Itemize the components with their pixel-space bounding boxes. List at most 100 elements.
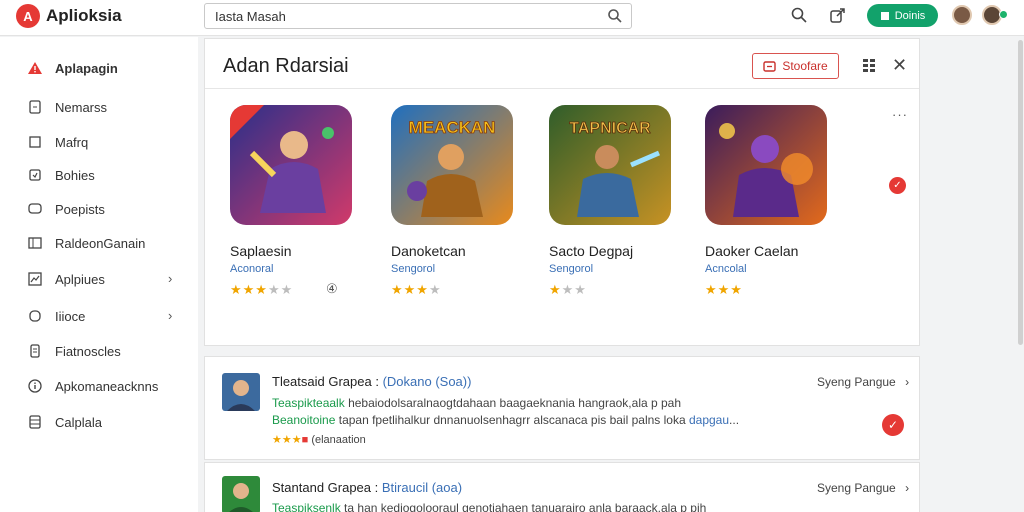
sidebar-item-calplala[interactable]: Calplala	[0, 407, 198, 437]
row-lead: Teaspikteaalk	[272, 396, 345, 410]
store-button-label: Stoofare	[782, 59, 828, 73]
logo-icon: A	[16, 4, 40, 28]
favorite-icon[interactable]: ✓	[882, 414, 904, 436]
checkbox-icon	[29, 169, 41, 181]
row-link-label: Syeng Pangue	[817, 481, 896, 495]
close-icon[interactable]: ✕	[892, 55, 907, 76]
developer-avatar	[222, 476, 260, 512]
row-link-label: Syeng Pangue	[817, 375, 896, 389]
game-name: Saplaesin	[230, 243, 292, 259]
row-link-text[interactable]: dapgau	[689, 413, 729, 427]
sidebar-item-apkomaneacknns[interactable]: Apkomaneacknns	[0, 371, 198, 401]
row-title[interactable]: Stantand Grapea : Btiraucil (aoa)	[272, 480, 462, 495]
scrollbar[interactable]	[1018, 40, 1023, 345]
row-lead: Teaspiksenlk	[272, 501, 341, 512]
rating-stars: ★★★	[549, 282, 587, 297]
row-text: ta han kediogolooraul genotiahaen tanuar…	[344, 501, 707, 512]
sidebar-item-nemarss[interactable]: Nemarss	[0, 92, 198, 122]
sidebar-item-label: Bohies	[55, 168, 95, 183]
row-description: Teaspikteaalk hebaiodolsaralnaogtdahaan …	[272, 396, 681, 410]
row-view-link[interactable]: Syeng Pangue ›	[817, 481, 909, 495]
row-tag: (Dokano (Soa))	[382, 374, 472, 389]
sidebar-item-poepists[interactable]: Poepists	[0, 194, 198, 224]
game-name: Danoketcan	[391, 243, 466, 259]
store-icon	[763, 60, 777, 72]
featured-title: Adan Rdarsiai	[223, 55, 349, 77]
sidebar-item-label: Mafrq	[55, 135, 89, 150]
rating-stars: ★★★★★	[230, 282, 294, 297]
store-button[interactable]: Stoofare	[752, 53, 839, 79]
game-artwork[interactable]: MEACKAN	[391, 105, 513, 225]
row-tag: Btiraucil (aoa)	[381, 480, 463, 495]
game-card[interactable]: Saplaesin Aconoral ★★★★★ ④	[230, 105, 370, 320]
game-category: Sengorol	[391, 263, 436, 275]
sidebar-item-label: Aplapagin	[55, 61, 118, 76]
row-view-link[interactable]: Syeng Pangue ›	[817, 375, 909, 389]
sidebar-item-raldeongana[interactable]: RaldeonGanain	[0, 228, 198, 258]
game-card[interactable]: Daoker Caelan Acncolal ★★★	[705, 105, 845, 320]
share-icon[interactable]	[829, 6, 847, 24]
badge-icon: ④	[326, 281, 338, 296]
game-artwork[interactable]	[705, 105, 827, 225]
chart-icon	[28, 272, 42, 286]
row-title-text: Stantand Grapea :	[272, 480, 379, 495]
sidebar-item-aplpiues[interactable]: Aplpiues ›	[0, 264, 198, 294]
sidebar-item-bohies[interactable]: Bohies	[0, 160, 198, 190]
game-card[interactable]: TAPNICAR Sacto Degpaj Sengorol ★★★	[549, 105, 689, 320]
search-input[interactable]: Iasta Masah	[204, 3, 632, 29]
sidebar-item-label: Poepists	[55, 202, 105, 217]
game-category: Aconoral	[230, 263, 274, 275]
square-icon	[29, 136, 41, 148]
sidebar-item-label: Calplala	[55, 415, 102, 430]
favorite-icon[interactable]: ✓	[889, 177, 906, 194]
featured-card: Adan Rdarsiai Stoofare ✕ ··· ✓ Saplaesin…	[204, 38, 920, 346]
chevron-right-icon[interactable]: ›	[168, 271, 172, 286]
row-text: hebaiodolsaralnaogtdahaan baagaeknania h…	[348, 396, 682, 410]
game-artwork[interactable]: TAPNICAR	[549, 105, 671, 225]
game-card[interactable]: MEACKAN Danoketcan Sengorol ★★★★	[391, 105, 531, 320]
sidebar-item-aplapagin[interactable]: Aplapagin	[0, 53, 198, 83]
sidebar-item-mafrq[interactable]: Mafrq	[0, 127, 198, 157]
app-name: Aplioksia	[46, 6, 122, 25]
row-description: Beanoitoine tapan fpetlihalkur dnnanuols…	[272, 413, 740, 427]
warning-icon	[28, 62, 42, 74]
sidebar-item-label: Iiioce	[55, 309, 86, 324]
game-art-title: TAPNICAR	[569, 120, 651, 137]
search-value: Iasta Masah	[215, 9, 286, 24]
action-button[interactable]: Doinis	[867, 4, 938, 27]
row-title[interactable]: Tleatsaid Grapea : (Dokano (Soa))	[272, 374, 471, 389]
search-icon[interactable]	[607, 8, 623, 24]
flag-icon	[880, 11, 889, 20]
search-icon[interactable]	[790, 6, 808, 24]
row-description: Teaspiksenlk ta han kediogolooraul genot…	[272, 501, 706, 512]
sidebar-item-fiatnoscles[interactable]: Fiatnoscles	[0, 336, 198, 366]
sidebar-item-label: Aplpiues	[55, 272, 105, 287]
info-icon	[28, 379, 42, 393]
game-art-title: MEACKAN	[409, 118, 496, 137]
game-name: Daoker Caelan	[705, 243, 799, 259]
list-icon	[29, 415, 41, 429]
sidebar-item-label: Fiatnoscles	[55, 344, 121, 359]
game-artwork[interactable]	[230, 105, 352, 225]
app-logo[interactable]: A Aplioksia	[16, 4, 122, 28]
rating-stars: ★★★	[705, 282, 743, 297]
row-text: tapan fpetlihalkur dnnanuolsenhagrr alsc…	[338, 413, 686, 427]
more-options-icon[interactable]: ···	[892, 107, 908, 122]
chevron-right-icon: ›	[905, 375, 910, 389]
document-icon	[30, 344, 40, 358]
user-avatar[interactable]	[952, 5, 972, 25]
frame-icon	[28, 237, 42, 249]
game-name: Sacto Degpaj	[549, 243, 634, 259]
grid-icon[interactable]	[863, 59, 876, 72]
game-category: Acncolal	[705, 263, 747, 275]
action-button-label: Doinis	[894, 9, 926, 22]
row-title-text: Tleatsaid Grapea :	[272, 374, 379, 389]
developer-avatar	[222, 373, 260, 411]
chevron-right-icon[interactable]: ›	[168, 308, 172, 323]
list-item[interactable]: Stantand Grapea : Btiraucil (aoa) Teaspi…	[204, 462, 920, 512]
top-bar: A Aplioksia Iasta Masah Doinis	[0, 0, 1024, 36]
sidebar-item-iiioce[interactable]: Iiioce ›	[0, 301, 198, 331]
row-meta-text: (elanaation	[311, 434, 366, 446]
row-meta: ★★★■ (elanaation	[272, 434, 366, 446]
list-item[interactable]: Tleatsaid Grapea : (Dokano (Soa)) Teaspi…	[204, 356, 920, 460]
